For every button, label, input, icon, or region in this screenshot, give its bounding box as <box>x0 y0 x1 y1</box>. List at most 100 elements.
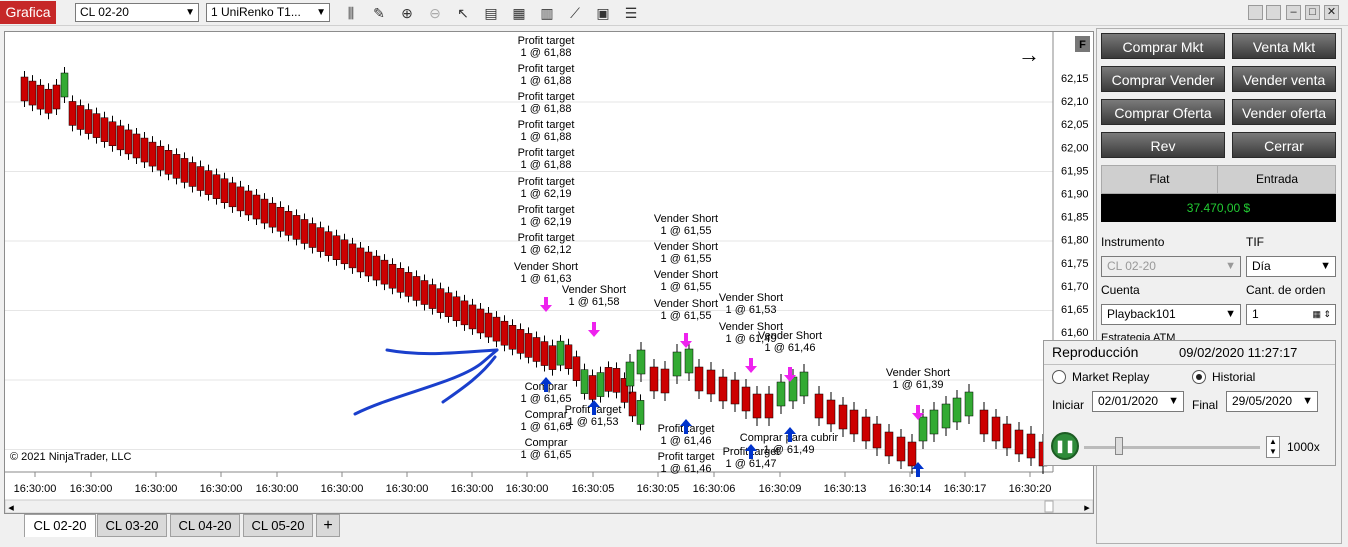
renko-brick <box>444 286 453 323</box>
brick-body <box>404 272 413 297</box>
tab-cl-04-20[interactable]: CL 04-20 <box>170 514 240 537</box>
replay-title: Reproducción <box>1052 344 1139 360</box>
renko-brick <box>861 409 871 449</box>
renko-brick <box>752 386 762 426</box>
renko-brick <box>991 409 1001 449</box>
brick-body <box>244 190 253 216</box>
list-icon[interactable]: ☰ <box>622 4 640 22</box>
brick-body <box>252 194 261 220</box>
bar-style-icon[interactable]: ⫼ <box>342 4 360 22</box>
pause-button[interactable]: ❚❚ <box>1051 432 1079 460</box>
close-position-button[interactable]: Cerrar <box>1232 132 1336 158</box>
window-menu-icon[interactable] <box>1248 5 1263 20</box>
renko-brick <box>356 241 365 278</box>
trade-annotation-price: 1 @ 61,47 <box>726 458 777 470</box>
brick-body <box>776 381 786 407</box>
tab-cl-02-20[interactable]: CL 02-20 <box>24 514 96 537</box>
brick-body <box>124 129 133 155</box>
renko-brick <box>460 294 469 331</box>
trade-annotation-label: Vender Short <box>758 330 822 342</box>
close-icon[interactable]: ✕ <box>1324 5 1339 20</box>
reverse-button[interactable]: Rev <box>1101 132 1225 158</box>
pointer-icon[interactable]: ↖ <box>454 4 472 22</box>
brick-body <box>540 341 549 366</box>
order-entry-panel: Comprar Mkt Venta Mkt Comprar Vender Ven… <box>1096 28 1342 544</box>
renko-brick <box>636 394 645 431</box>
buy-bid-button[interactable]: Comprar Oferta <box>1101 99 1225 125</box>
speed-stepper[interactable]: ▲ ▼ <box>1266 436 1280 458</box>
chart-canvas[interactable]: 62,15 62,10 62,05 62,00 61,95 61,90 61,85 61,80… <box>5 32 1094 514</box>
data-box-icon[interactable]: ▦ <box>510 4 528 22</box>
brick-body <box>918 416 928 442</box>
y-tick-label: 61,65 <box>1061 304 1089 316</box>
speed-slider-thumb[interactable] <box>1115 437 1124 455</box>
buy-ask-button[interactable]: Comprar Vender <box>1101 66 1225 92</box>
maximize-icon[interactable]: □ <box>1305 5 1320 20</box>
renko-brick <box>76 99 85 136</box>
brick-body <box>292 215 301 240</box>
market-replay-radio[interactable] <box>1052 370 1066 384</box>
window-tile-icon[interactable] <box>1266 5 1281 20</box>
snapshot-icon[interactable]: ▣ <box>594 4 612 22</box>
x-tick-label: 16:30:20 <box>1009 483 1052 495</box>
account-select[interactable]: Playback101 ▼ <box>1101 304 1241 325</box>
position-header: Flat Entrada <box>1101 165 1336 194</box>
buy-market-button[interactable]: Comprar Mkt <box>1101 33 1225 59</box>
renko-brick <box>60 67 69 103</box>
properties-icon[interactable]: ▤ <box>482 4 500 22</box>
renko-brick <box>941 396 951 436</box>
instrument-tabs: CL 02-20 CL 03-20 CL 04-20 CL 05-20 + <box>0 514 1348 538</box>
end-date-picker[interactable]: 29/05/2020 ▼ <box>1226 391 1318 412</box>
trade-annotation-price: 1 @ 62,19 <box>521 216 572 228</box>
trade-annotation-label: Comprar <box>525 437 568 449</box>
brick-body <box>364 251 373 277</box>
brick-body <box>752 393 762 419</box>
strategies-icon[interactable]: ⟋ <box>566 4 584 22</box>
sell-ask-button[interactable]: Vender venta <box>1232 66 1336 92</box>
trade-annotation-price: 1 @ 61,46 <box>661 435 712 447</box>
instrument-field[interactable]: CL 02-20 ▼ <box>1101 256 1241 277</box>
brick-body <box>180 158 189 183</box>
tab-cl-05-20[interactable]: CL 05-20 <box>243 514 313 537</box>
chevron-down-icon: ▼ <box>185 7 195 18</box>
brick-body <box>428 284 437 309</box>
renko-brick <box>952 390 962 430</box>
brick-body <box>799 371 809 397</box>
brick-body <box>444 292 453 317</box>
renko-brick <box>596 366 605 403</box>
chevron-down-icon: ▼ <box>1168 395 1179 407</box>
renko-brick <box>404 266 413 303</box>
renko-brick <box>649 359 659 399</box>
trade-annotation-price: 1 @ 61,53 <box>568 416 619 428</box>
end-date-value: 29/05/2020 <box>1232 394 1293 408</box>
add-tab-button[interactable]: + <box>316 514 340 537</box>
brick-body <box>929 409 939 435</box>
minimize-icon[interactable]: – <box>1286 5 1301 20</box>
historial-radio[interactable] <box>1192 370 1206 384</box>
trade-annotation-label: Profit target <box>518 232 575 244</box>
app-logo[interactable]: Grafica <box>0 1 56 24</box>
sell-market-button[interactable]: Venta Mkt <box>1232 33 1336 59</box>
sell-bid-button[interactable]: Vender oferta <box>1232 99 1336 125</box>
renko-brick <box>764 386 774 426</box>
speed-slider[interactable] <box>1084 446 1260 449</box>
quantity-stepper[interactable]: 1 ▦ ⇕ <box>1246 304 1336 325</box>
zoom-out-icon[interactable]: ⊖ <box>426 4 444 22</box>
bar-type-select[interactable]: 1 UniRenko T1... ▼ <box>206 3 330 22</box>
tif-select[interactable]: Día ▼ <box>1246 256 1336 277</box>
renko-brick <box>348 237 357 274</box>
start-date-value: 02/01/2020 <box>1098 394 1159 408</box>
x-tick-label: 16:30:09 <box>759 483 802 495</box>
brick-body <box>156 145 165 171</box>
chart-panel[interactable]: 62,15 62,10 62,05 62,00 61,95 61,90 61,85 61,80… <box>4 31 1094 514</box>
draw-pencil-icon[interactable]: ✎ <box>370 4 388 22</box>
brick-body <box>44 88 53 114</box>
zoom-in-icon[interactable]: ⊕ <box>398 4 416 22</box>
renko-brick <box>308 217 317 254</box>
tab-cl-03-20[interactable]: CL 03-20 <box>97 514 167 537</box>
trade-annotation-price: 1 @ 61,49 <box>764 444 815 456</box>
renko-brick <box>799 364 809 404</box>
indicators-icon[interactable]: ▥ <box>538 4 556 22</box>
instrument-select[interactable]: CL 02-20 ▼ <box>75 3 199 22</box>
start-date-picker[interactable]: 02/01/2020 ▼ <box>1092 391 1184 412</box>
